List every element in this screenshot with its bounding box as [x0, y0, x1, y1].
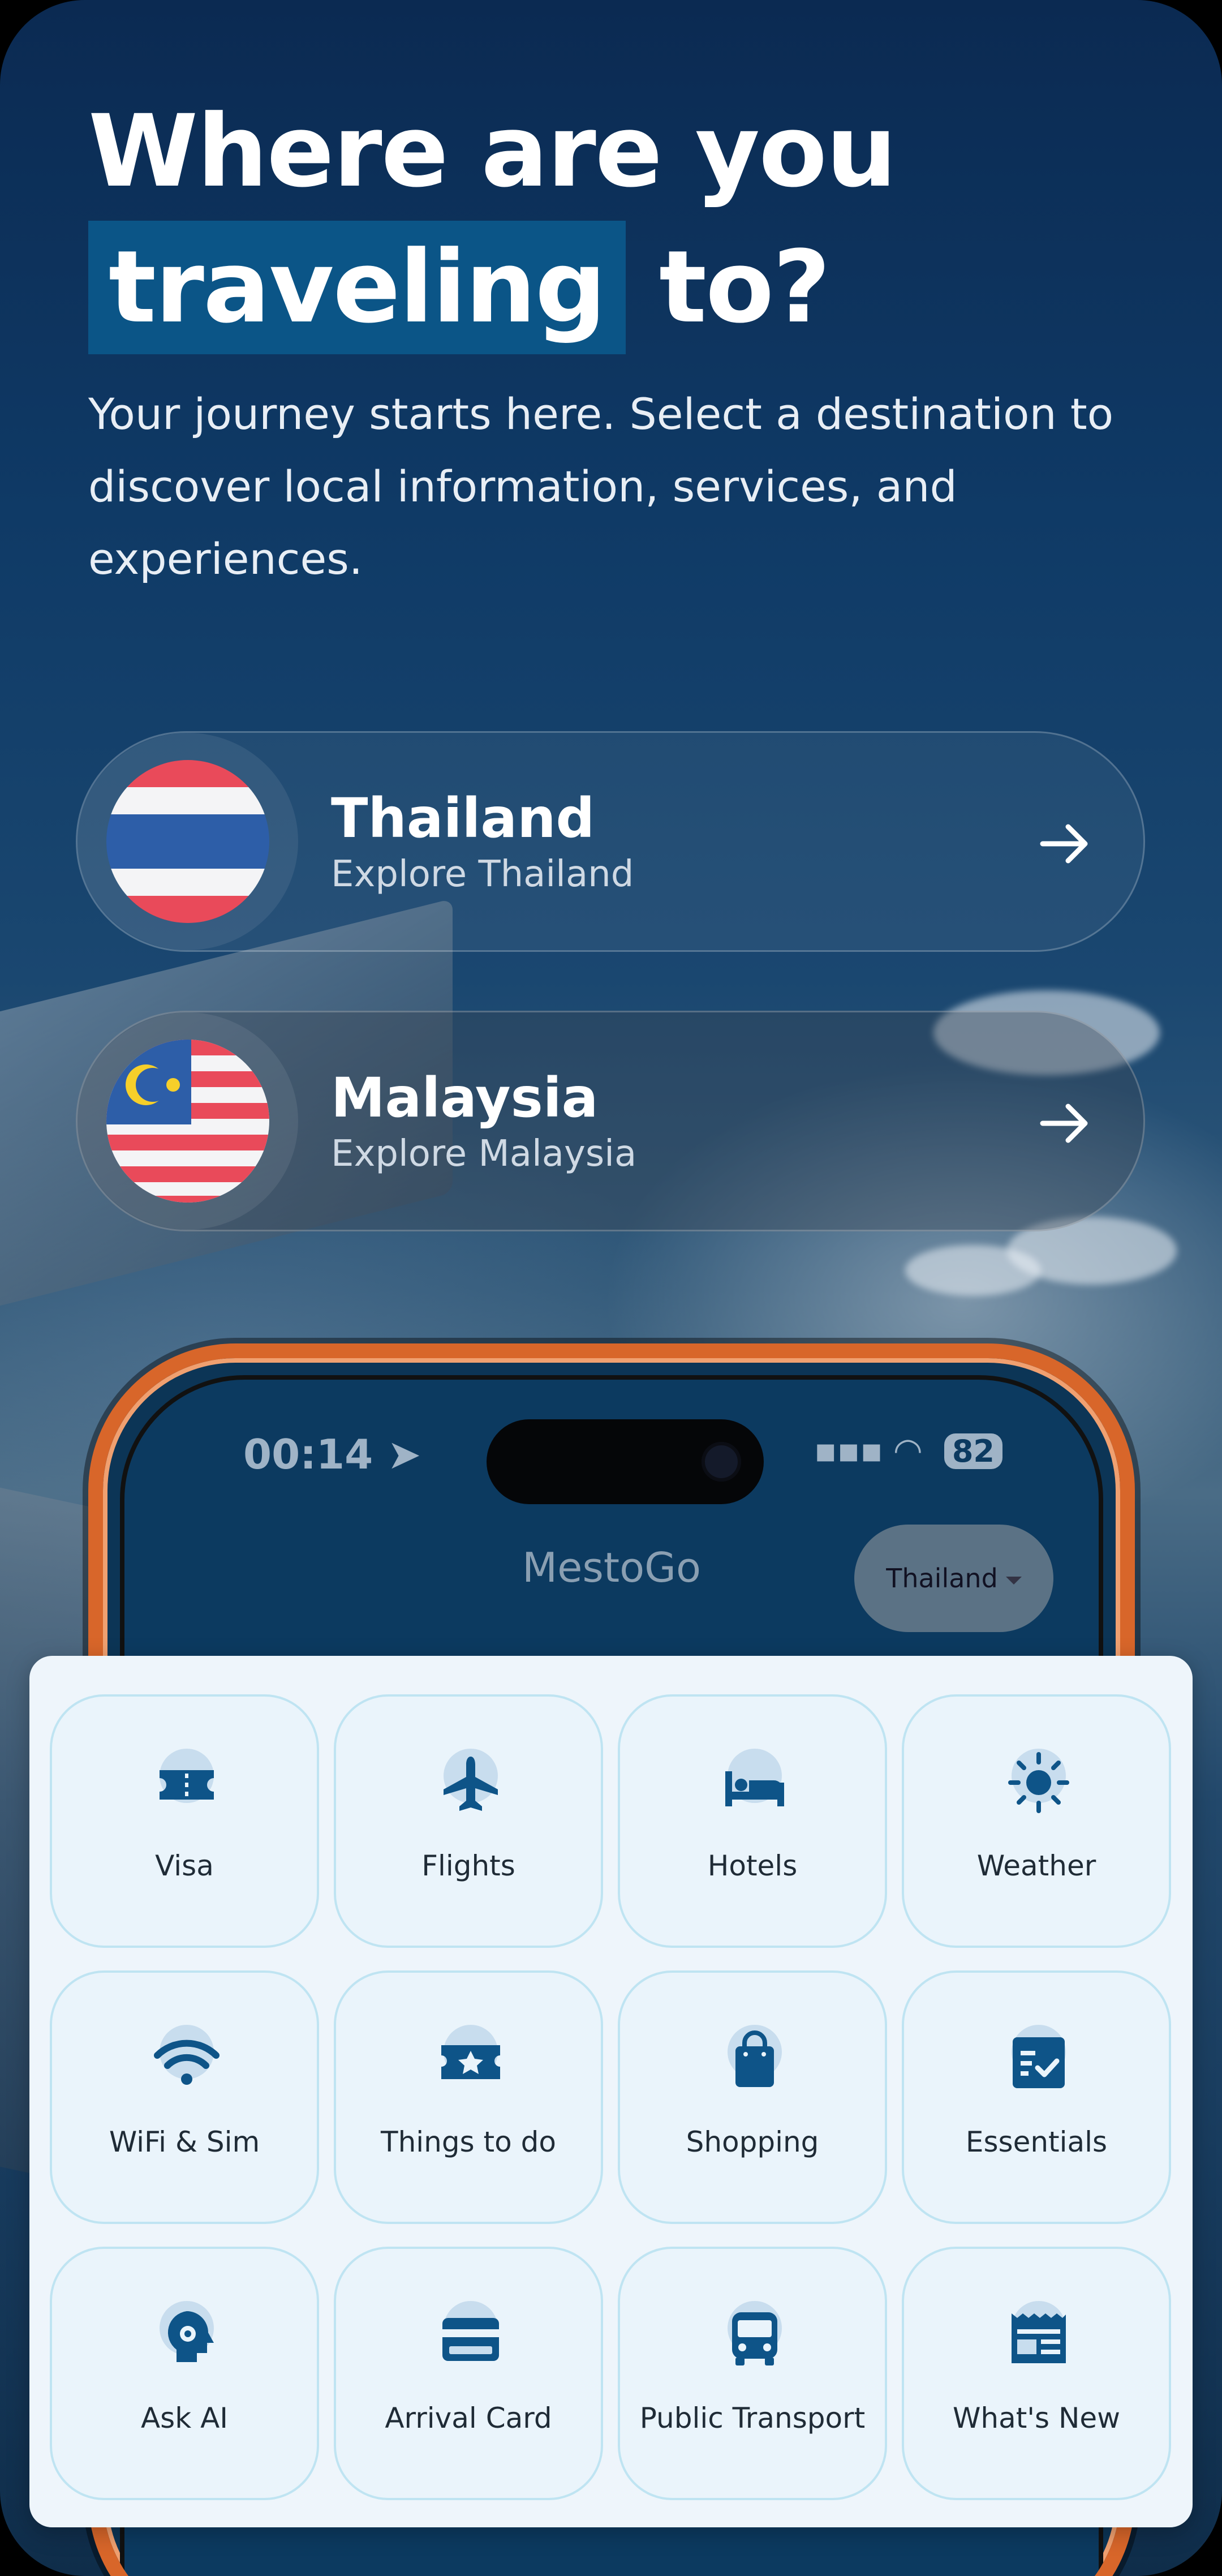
- destination-subtitle: Explore Thailand: [331, 853, 634, 895]
- service-weather[interactable]: Weather: [902, 1694, 1171, 1948]
- airplane-icon: [444, 1749, 498, 1811]
- star-ticket-icon: [441, 2025, 500, 2079]
- service-label: Essentials: [965, 2126, 1108, 2158]
- service-label: Weather: [976, 1849, 1096, 1882]
- malaysia-flag-icon: [106, 1040, 269, 1203]
- destination-name: Malaysia: [331, 1066, 599, 1130]
- location-arrow-icon: ➤: [387, 1431, 421, 1478]
- destination-thailand-button[interactable]: Thailand Explore Thailand: [76, 731, 1145, 952]
- service-label: Hotels: [707, 1849, 798, 1882]
- battery-indicator: 82: [944, 1433, 1002, 1469]
- arrow-right-icon: [1040, 1104, 1088, 1143]
- caret-down-icon: [1005, 1576, 1022, 1585]
- service-whats-new[interactable]: What's New: [902, 2247, 1171, 2500]
- service-label: Public Transport: [639, 2402, 866, 2435]
- signal-icon: ▪▪▪: [814, 1431, 883, 1470]
- service-label: Shopping: [686, 2126, 819, 2158]
- shopping-bag-icon: [728, 2025, 782, 2087]
- destination-malaysia-button[interactable]: Malaysia Explore Malaysia: [76, 1011, 1145, 1231]
- ai-head-icon: [160, 2301, 214, 2362]
- service-arrival-card[interactable]: Arrival Card: [334, 2247, 603, 2500]
- bed-icon: [725, 1749, 784, 1806]
- title-highlight: traveling: [88, 221, 626, 354]
- service-things-to-do[interactable]: Things to do: [334, 1970, 603, 2224]
- service-label: What's New: [952, 2402, 1121, 2435]
- app-screen: Where are you traveling to? Your journey…: [0, 0, 1222, 2576]
- status-time: 00:14 ➤: [243, 1431, 421, 1478]
- sun-icon: [1008, 1749, 1069, 1813]
- service-label: Arrival Card: [385, 2402, 552, 2435]
- service-label: WiFi & Sim: [109, 2126, 260, 2158]
- ticket-icon: [160, 1749, 214, 1803]
- page-title: Where are you traveling to?: [88, 84, 1163, 355]
- services-panel: Visa Flights Hotels Weather WiFi & Sim T…: [29, 1656, 1193, 2527]
- dynamic-island: [487, 1419, 764, 1504]
- wifi-status-icon: ◠: [894, 1431, 921, 1470]
- service-label: Ask AI: [140, 2402, 229, 2435]
- news-icon: [1012, 2301, 1066, 2363]
- service-hotels[interactable]: Hotels: [618, 1694, 887, 1948]
- status-icons: ▪▪▪ ◠ 82: [814, 1431, 1002, 1470]
- arrow-right-icon: [1040, 824, 1088, 864]
- service-flights[interactable]: Flights: [334, 1694, 603, 1948]
- page-subtitle: Your journey starts here. Select a desti…: [88, 389, 1114, 584]
- bus-icon: [728, 2301, 782, 2365]
- service-visa[interactable]: Visa: [50, 1694, 319, 1948]
- flag-container: [78, 733, 298, 950]
- service-public-transport[interactable]: Public Transport: [618, 2247, 887, 2500]
- service-label: Flights: [421, 1849, 515, 1882]
- preview-country-selector: Thailand: [854, 1525, 1053, 1632]
- title-rest: to?: [659, 229, 831, 345]
- card-icon: [442, 2301, 499, 2361]
- title-line-1: Where are you: [88, 93, 897, 209]
- camera-icon: [702, 1442, 741, 1482]
- destination-subtitle: Explore Malaysia: [331, 1133, 637, 1175]
- service-essentials[interactable]: Essentials: [902, 1970, 1171, 2224]
- service-label: Things to do: [381, 2126, 556, 2158]
- service-ask-ai[interactable]: Ask AI: [50, 2247, 319, 2500]
- checklist-icon: [1012, 2025, 1066, 2088]
- service-label: Visa: [155, 1849, 214, 1882]
- cloud: [905, 1245, 1041, 1296]
- thailand-flag-icon: [106, 760, 269, 923]
- destination-name: Thailand: [331, 787, 595, 850]
- service-shopping[interactable]: Shopping: [618, 1970, 887, 2224]
- service-wifi-sim[interactable]: WiFi & Sim: [50, 1970, 319, 2224]
- flag-container: [78, 1012, 298, 1230]
- wifi-icon: [154, 2025, 220, 2085]
